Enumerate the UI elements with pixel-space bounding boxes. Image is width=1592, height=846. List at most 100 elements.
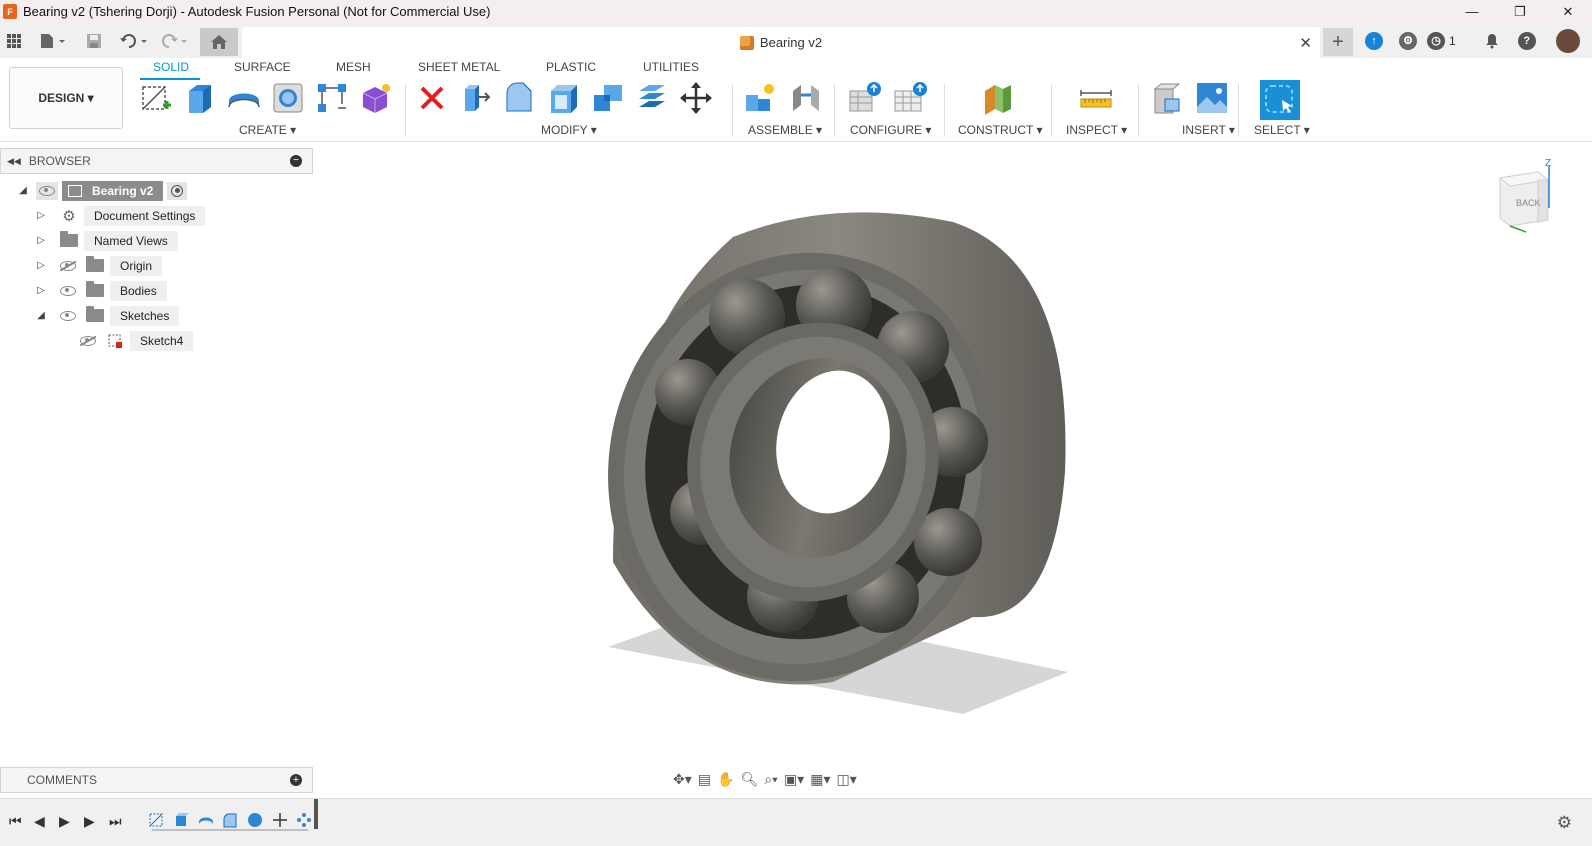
configure-table-icon[interactable]	[848, 80, 884, 116]
combine-icon[interactable]	[590, 80, 626, 116]
user-avatar[interactable]	[1555, 28, 1580, 53]
close-tab-icon[interactable]: ✕	[1299, 34, 1312, 52]
extensions-icon[interactable]: ⚙	[1399, 31, 1417, 50]
expand-toggle-icon[interactable]: ▷	[36, 235, 46, 246]
viewports-icon[interactable]: ◫▾	[836, 771, 856, 788]
construct-group-label[interactable]: CONSTRUCT ▾	[958, 123, 1042, 137]
shell-icon[interactable]	[546, 80, 582, 116]
visibility-eye-icon[interactable]	[60, 310, 76, 321]
hole-icon[interactable]	[270, 80, 306, 116]
tree-item-sketches[interactable]: ◢ Sketches	[36, 305, 180, 326]
select-icon[interactable]	[1260, 80, 1300, 120]
measure-icon[interactable]	[1078, 80, 1114, 116]
step-back-icon[interactable]: ◀	[34, 813, 45, 830]
timeline-settings-icon[interactable]: ⚙	[1557, 813, 1572, 833]
tab-surface[interactable]: SURFACE	[234, 60, 291, 74]
select-group-label[interactable]: SELECT ▾	[1254, 123, 1310, 137]
timeline-sphere-icon[interactable]	[247, 812, 263, 828]
insert-group-label[interactable]: INSERT ▾	[1182, 123, 1235, 137]
new-tab-button[interactable]: +	[1323, 28, 1353, 56]
look-at-icon[interactable]: ▤	[698, 771, 711, 788]
revolve-icon[interactable]	[226, 80, 262, 116]
tab-mesh[interactable]: MESH	[336, 60, 371, 74]
tab-utilities[interactable]: UTILITIES	[643, 60, 699, 74]
hidden-eye-icon[interactable]	[60, 260, 76, 271]
display-settings-icon[interactable]: ▣▾	[784, 771, 804, 788]
offset-face-icon[interactable]	[634, 80, 670, 116]
go-to-end-icon[interactable]: ⏭	[109, 813, 122, 830]
document-tab[interactable]: Bearing v2 ✕	[242, 27, 1320, 58]
zoom-icon[interactable]: 🔍︎	[740, 771, 758, 788]
pan-icon[interactable]: ✋	[717, 771, 734, 788]
timeline-marker[interactable]	[314, 799, 318, 829]
inspect-group-label[interactable]: INSPECT ▾	[1066, 123, 1127, 137]
orbit-icon[interactable]: ✥▾	[673, 771, 692, 788]
timeline-sketch-icon[interactable]	[148, 812, 164, 828]
create-sketch-icon[interactable]	[138, 80, 174, 116]
viewcube[interactable]: BACK Z	[1490, 158, 1560, 238]
activate-radio-icon[interactable]	[167, 181, 188, 200]
hidden-eye-icon[interactable]	[80, 335, 96, 346]
grid-settings-icon[interactable]: ▦▾	[810, 771, 830, 788]
press-pull-icon[interactable]	[458, 80, 494, 116]
tab-sheet-metal[interactable]: SHEET METAL	[418, 60, 500, 74]
tree-item-named-views[interactable]: ▷ Named Views	[36, 230, 178, 251]
add-comment-icon[interactable]: +	[290, 774, 302, 786]
joint-icon[interactable]	[788, 80, 824, 116]
tree-item-origin[interactable]: ▷ Origin	[36, 255, 163, 276]
configure-group-label[interactable]: CONFIGURE ▾	[850, 123, 931, 137]
tab-plastic[interactable]: PLASTIC	[546, 60, 596, 74]
tree-root-row[interactable]: ◢ Bearing v2	[18, 180, 188, 201]
insert-canvas-icon[interactable]	[1194, 80, 1230, 116]
zoom-window-icon[interactable]: ⌕▾	[764, 771, 778, 788]
timeline-pattern-icon[interactable]	[296, 812, 312, 828]
construct-plane-icon[interactable]	[980, 80, 1016, 116]
visibility-eye-icon[interactable]	[60, 285, 76, 296]
save-icon[interactable]	[84, 23, 104, 58]
step-forward-icon[interactable]: ▶	[84, 813, 95, 830]
help-icon[interactable]: ?	[1517, 31, 1536, 50]
notifications-icon[interactable]	[1484, 33, 1500, 49]
move-copy-icon[interactable]	[678, 80, 714, 116]
timeline-extrude-icon[interactable]	[174, 812, 190, 828]
expand-toggle-icon[interactable]: ▷	[36, 210, 46, 221]
canvas-viewport[interactable]: BACK Z	[313, 142, 1592, 798]
assemble-group-label[interactable]: ASSEMBLE ▾	[748, 123, 822, 137]
tree-item-document-settings[interactable]: ▷ ⚙ Document Settings	[36, 205, 206, 226]
app-grid-icon[interactable]	[4, 23, 24, 58]
fillet-icon[interactable]	[502, 80, 538, 116]
tree-item-bodies[interactable]: ▷ Bodies	[36, 280, 167, 301]
home-button[interactable]	[200, 28, 238, 56]
bearing-model[interactable]	[313, 142, 1592, 798]
timeline-fillet-icon[interactable]	[222, 812, 238, 828]
insert-derive-icon[interactable]	[1150, 80, 1186, 116]
close-window-button[interactable]: ✕	[1544, 0, 1592, 23]
pattern-icon[interactable]	[314, 80, 350, 116]
visibility-eye-icon[interactable]	[36, 181, 58, 200]
extrude-icon[interactable]	[182, 80, 218, 116]
upload-icon[interactable]: ↑	[1365, 31, 1383, 50]
configure-rules-icon[interactable]	[893, 80, 929, 116]
timeline-move-icon[interactable]	[272, 812, 288, 828]
restore-button[interactable]: ❐	[1496, 0, 1544, 23]
new-component-icon[interactable]	[742, 80, 778, 116]
expand-toggle-icon[interactable]: ◢	[18, 185, 28, 196]
browser-header[interactable]: ◀◀ BROWSER −	[0, 148, 313, 174]
modify-group-label[interactable]: MODIFY ▾	[541, 123, 597, 137]
root-node[interactable]: Bearing v2	[62, 180, 164, 201]
collapse-browser-icon[interactable]: ◀◀	[7, 156, 21, 167]
redo-icon[interactable]	[158, 23, 190, 58]
delete-icon[interactable]	[414, 80, 450, 116]
create-group-label[interactable]: CREATE ▾	[239, 123, 296, 137]
workspace-switcher[interactable]: DESIGN ▾	[9, 67, 123, 129]
create-form-icon[interactable]	[358, 80, 394, 116]
tree-item-sketch4[interactable]: Sketch4	[78, 330, 194, 351]
tab-solid[interactable]: SOLID	[153, 60, 189, 74]
go-to-start-icon[interactable]: ⏮	[9, 813, 22, 830]
play-icon[interactable]: ▶	[59, 813, 70, 830]
minimize-button[interactable]: —	[1448, 0, 1496, 23]
timeline-revolve-icon[interactable]	[198, 812, 214, 828]
collapse-toggle-icon[interactable]: ◢	[36, 310, 46, 321]
job-status-icon[interactable]: ◷	[1427, 31, 1445, 50]
expand-toggle-icon[interactable]: ▷	[36, 260, 46, 271]
